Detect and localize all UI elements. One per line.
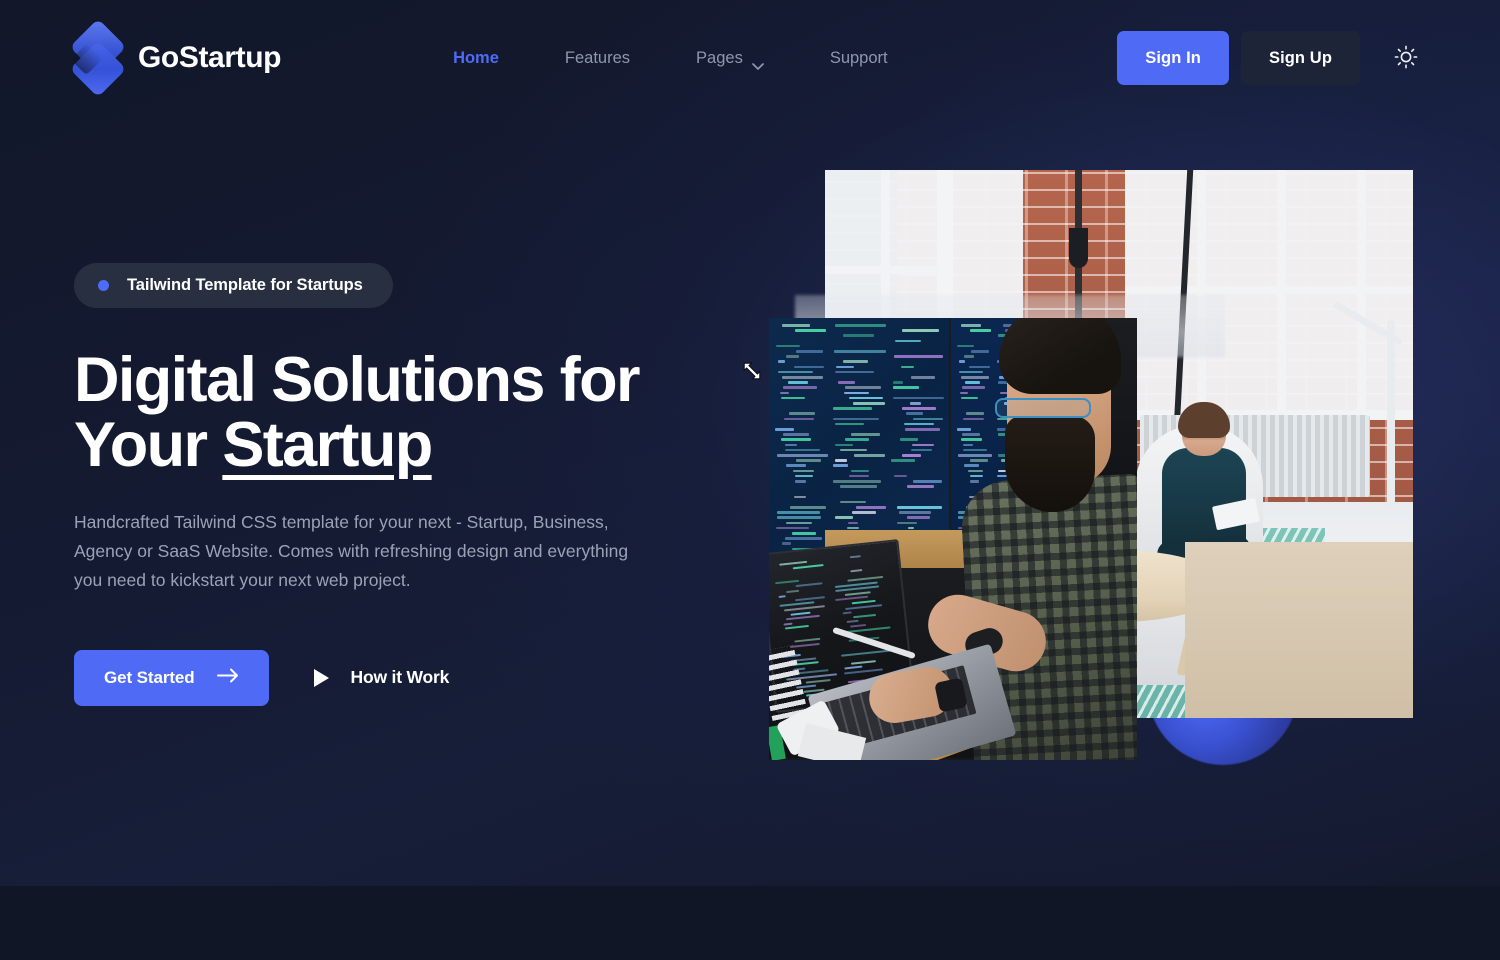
nav-item-pages[interactable]: Pages [663,39,797,78]
header-actions: Sign In Sign Up [1117,31,1426,85]
get-started-button[interactable]: Get Started [74,649,269,706]
headline-highlight: Startup [222,409,433,480]
nav-item-label: Features [564,48,631,67]
brand-logo-link[interactable]: GoStartup [69,18,282,98]
nav-item-features[interactable]: Features [532,39,663,78]
gostartup-diamond-logo-icon [69,18,127,98]
hero-badge: Tailwind Template for Startups [74,263,393,308]
sign-up-button[interactable]: Sign Up [1240,31,1360,85]
brand-name: GoStartup [138,41,282,74]
nav-item-label: Support [829,48,888,67]
hero-cta-row: Get Started How it Work [74,649,694,706]
theme-toggle-button[interactable] [1386,38,1426,78]
landing-page: GoStartup Home Features Pages Support Si… [0,0,1500,960]
hero-media-collage [740,140,1440,800]
nav-item-label: Pages [696,48,743,67]
status-dot-icon [98,280,109,291]
sun-icon [1393,44,1419,73]
nav-item-label: Home [453,48,499,67]
chevron-down-icon [751,56,764,70]
headline-line-2-prefix: Your [74,409,223,480]
hero-content: Tailwind Template for Startups Digital S… [74,263,694,706]
get-started-label: Get Started [104,667,195,687]
nav-item-support[interactable]: Support [797,39,921,78]
hero-description: Handcrafted Tailwind CSS template for yo… [74,511,629,590]
page-title: Digital Solutions for Your Startup [74,348,694,478]
site-header: GoStartup Home Features Pages Support Si… [0,0,1500,116]
how-it-work-button[interactable]: How it Work [313,667,450,688]
arrow-right-icon [216,668,239,688]
hero-badge-label: Tailwind Template for Startups [127,276,363,294]
next-section-band [0,886,1500,960]
sign-in-button[interactable]: Sign In [1117,31,1229,85]
main-navigation: Home Features Pages Support [420,39,921,78]
play-triangle-icon [313,668,329,687]
headline-line-1: Digital Solutions for [74,345,640,415]
hero-image-developer [769,318,1137,760]
how-it-work-label: How it Work [350,667,450,688]
nav-item-home[interactable]: Home [420,39,532,78]
